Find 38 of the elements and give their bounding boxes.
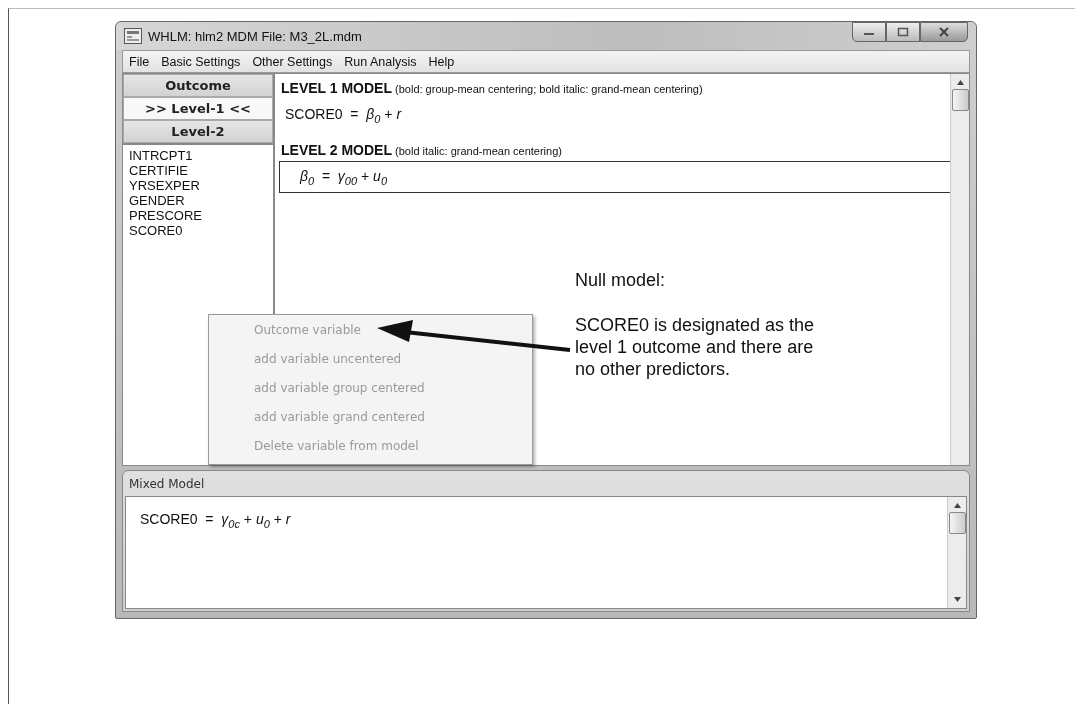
level1-equation: SCORE0 = β$_{0}$ + r	[284, 105, 403, 127]
heading-note: (bold: group-mean centering; bold italic: grand-mean centering)	[395, 83, 703, 95]
variable-item[interactable]: GENDER	[129, 193, 267, 208]
menu-item[interactable]: File	[123, 54, 156, 69]
annotation-text: SCORE0 is designated as the level 1 outcome and there are no other predictors.	[575, 314, 816, 380]
app-icon	[124, 28, 142, 44]
close-button[interactable]	[920, 22, 968, 42]
level-tab[interactable]: Level-2	[123, 120, 273, 143]
heading-title: LEVEL 1 MODEL	[281, 80, 392, 96]
variable-item[interactable]: SCORE0	[129, 223, 267, 238]
scroll-up-icon[interactable]	[953, 503, 961, 508]
annotation-title: Null model:	[575, 270, 667, 291]
heading-title: LEVEL 2 MODEL	[281, 142, 392, 158]
level-tab[interactable]: >> Level-1 <<	[123, 97, 273, 120]
mixed-equation: SCORE0 = γ$_{0c}$ + u$_{0}$ + r	[139, 510, 292, 532]
menu-item[interactable]: Basic Settings	[155, 54, 247, 69]
variable-item[interactable]: PRESCORE	[129, 208, 267, 223]
scrollbar[interactable]	[947, 497, 966, 608]
menu-item[interactable]: Run Analysis	[338, 54, 423, 69]
scroll-down-icon[interactable]	[953, 597, 961, 602]
scroll-up-icon[interactable]	[956, 80, 964, 85]
panel-title: Mixed Model	[128, 476, 206, 493]
maximize-icon	[897, 27, 909, 37]
maximize-button[interactable]	[886, 22, 920, 42]
heading-note: (bold italic: grand-mean centering)	[395, 145, 562, 157]
scrollbar[interactable]	[950, 74, 969, 465]
scroll-thumb[interactable]	[948, 512, 966, 534]
scroll-thumb[interactable]	[951, 89, 969, 111]
close-icon	[938, 27, 950, 37]
menu-item[interactable]: Help	[422, 54, 461, 69]
variable-item[interactable]: CERTIFIE	[129, 163, 267, 178]
variable-item[interactable]: YRSEXPER	[129, 178, 267, 193]
window-title: WHLM: hlm2 MDM File: M3_2L.mdm	[148, 28, 362, 44]
minimize-button[interactable]	[852, 22, 886, 42]
level-tab[interactable]: Outcome	[123, 74, 273, 97]
level2-equation: β$_{0}$ = γ$_{00}$ + u$_{0}$	[300, 167, 387, 187]
menu-item[interactable]: Other Settings	[246, 54, 339, 69]
variable-item[interactable]: INTRCPT1	[129, 148, 267, 163]
